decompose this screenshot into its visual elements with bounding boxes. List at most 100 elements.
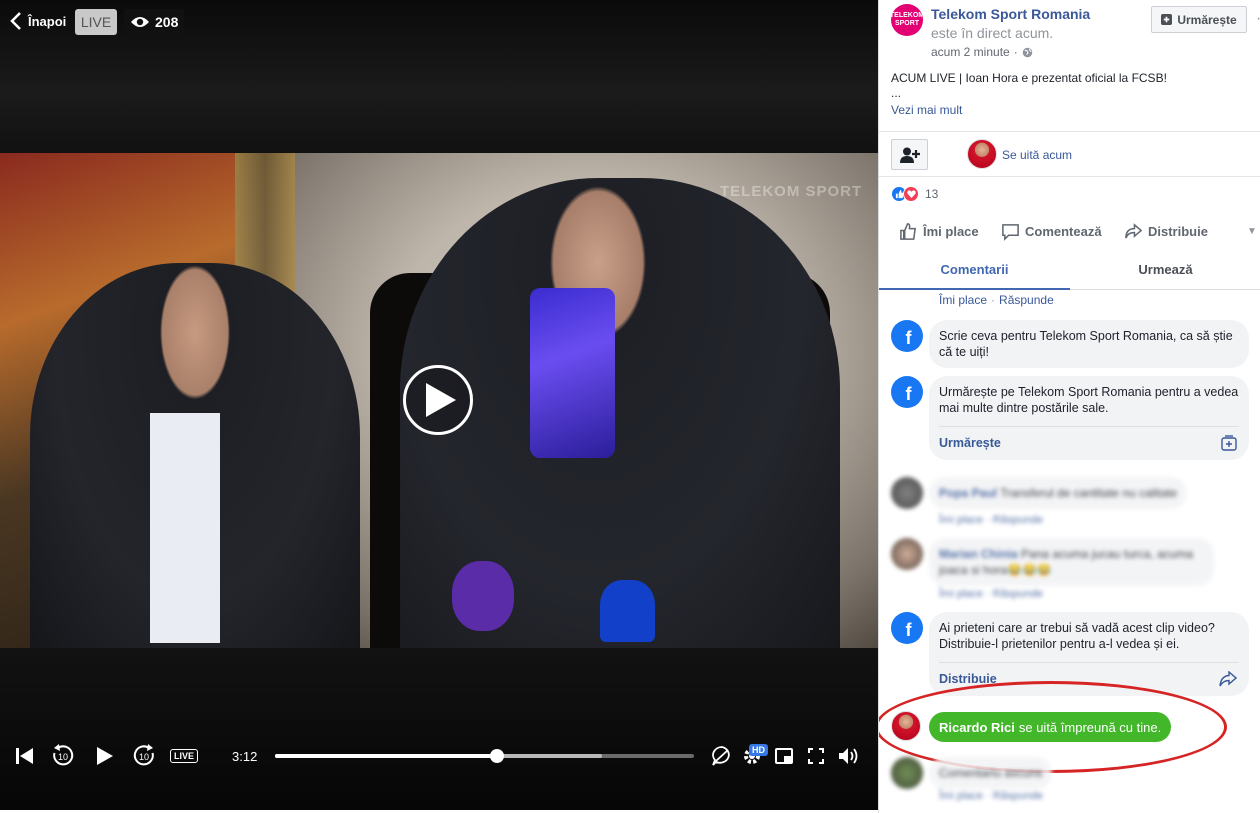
write-prompt-bubble: Scrie ceva pentru Telekom Sport Romania,…	[929, 320, 1249, 368]
comment-item: Comentariu ascuns Îmi place · Răspunde	[891, 757, 1251, 807]
live-badge: LIVE	[75, 9, 117, 35]
plus-box-icon	[1161, 14, 1173, 25]
comment-like-link[interactable]: Îmi place	[939, 293, 987, 307]
skip-back-icon	[16, 748, 33, 764]
no-comment-icon	[712, 746, 730, 766]
comment-button[interactable]: Comentează	[1001, 222, 1102, 241]
comment-item: Popa Paul Transferul de cantitate nu cal…	[891, 477, 1251, 529]
follow-page-button[interactable]: Urmărește	[1151, 6, 1247, 33]
watch-party-text: se uită împreună cu tine.	[1018, 719, 1162, 735]
share-label: Distribuie	[1148, 224, 1208, 239]
like-label: Îmi place	[923, 224, 979, 239]
post-timestamp-text: acum 2 minute	[931, 45, 1010, 59]
follow-prompt-link[interactable]: Urmărește	[939, 436, 1001, 450]
watcher-avatar[interactable]	[967, 139, 997, 169]
tab-follow[interactable]: Urmează	[1070, 250, 1260, 290]
share-prompt-action[interactable]: Distribuie	[939, 662, 1239, 688]
comment-icon	[1002, 224, 1019, 241]
comment-reply-link[interactable]: Răspunde	[999, 293, 1054, 307]
watching-now-link[interactable]: Se uită acum	[1002, 148, 1072, 162]
comment-item: Marian Chinia Pana acuma jucau turca, ac…	[891, 538, 1251, 604]
write-prompt-text: Scrie ceva pentru Telekom Sport Romania,…	[939, 329, 1233, 359]
plus-box-icon	[1221, 435, 1237, 451]
comment-label: Comentează	[1025, 224, 1102, 239]
live-status-text: este în direct acum.	[931, 25, 1054, 41]
video-scene-shirt-right	[530, 288, 615, 458]
video-scene-microphone	[600, 580, 655, 642]
post-text: ACUM LIVE | Ioan Hora e prezentat oficia…	[891, 71, 1167, 85]
invite-friends-button[interactable]	[891, 139, 928, 170]
miniplayer-icon	[775, 748, 793, 764]
comment-meta: Îmi place · Răspunde	[939, 293, 1054, 307]
divider	[879, 131, 1260, 132]
watch-party-avatar[interactable]	[891, 711, 921, 741]
facebook-icon: f	[891, 376, 923, 408]
hd-badge: HD	[749, 744, 768, 756]
separator-dot: ·	[1013, 45, 1018, 59]
current-time: 3:12	[232, 749, 258, 764]
follow-prompt-action[interactable]: Urmărește	[939, 426, 1239, 452]
share-options-caret[interactable]: ▼	[1247, 226, 1257, 237]
post-timestamp[interactable]: acum 2 minute ·	[931, 45, 1033, 59]
progress-played	[275, 754, 498, 758]
add-friend-icon	[899, 147, 920, 163]
miniplayer-button[interactable]	[773, 743, 795, 769]
volume-icon	[839, 748, 858, 764]
post-tabs: Comentarii Urmează	[879, 250, 1260, 290]
play-button-large[interactable]	[403, 365, 473, 435]
page: TELEKOM SPORT Înapoi LIVE 208 10 10 LIVE…	[0, 0, 1260, 813]
love-reaction-icon	[903, 186, 919, 202]
page-avatar[interactable]: TELEKOM SPORT	[890, 4, 924, 36]
skip-back-button[interactable]	[14, 743, 36, 769]
chevron-left-icon	[10, 12, 21, 30]
facebook-icon: f	[891, 320, 923, 352]
live-indicator-label: LIVE	[170, 749, 199, 763]
play-icon	[426, 383, 456, 417]
page-avatar-line2: SPORT	[894, 20, 920, 27]
more-options-button[interactable]: ···	[1256, 10, 1260, 28]
follow-page-label: Urmărește	[1177, 12, 1237, 27]
fullscreen-icon	[808, 748, 824, 764]
comment-text: Transferul de cantitate nu calitate	[1000, 486, 1178, 500]
commenter-name: Marian Chinia	[939, 547, 1018, 561]
comment-bubble: Popa Paul Transferul de cantitate nu cal…	[929, 477, 1188, 509]
tab-comments[interactable]: Comentarii	[879, 250, 1070, 290]
follow-prompt-bubble: Urmărește pe Telekom Sport Romania pentr…	[929, 376, 1249, 460]
forward-10-button[interactable]: 10	[131, 743, 157, 769]
video-player[interactable]: TELEKOM SPORT Înapoi LIVE 208 10 10 LIVE…	[0, 0, 878, 810]
reactions-summary[interactable]: 13	[891, 186, 938, 202]
forward-seconds: 10	[139, 752, 149, 762]
back-button[interactable]: Înapoi	[10, 11, 66, 31]
video-scene-shirt-left	[150, 413, 220, 643]
comments-toggle-button[interactable]	[710, 743, 734, 769]
commenter-avatar	[891, 538, 923, 570]
play-button[interactable]	[94, 743, 116, 769]
commenter-avatar	[891, 477, 923, 509]
separator-dot: ·	[991, 293, 996, 307]
video-controls: 10 10 LIVE 3:12 HD	[0, 737, 878, 775]
fullscreen-button[interactable]	[805, 743, 827, 769]
video-watermark: TELEKOM SPORT	[720, 183, 863, 200]
progress-bar[interactable]	[275, 749, 694, 763]
rewind-seconds: 10	[58, 752, 68, 762]
forward-10-icon: 10	[133, 744, 154, 766]
watch-party-name: Ricardo Rici	[939, 719, 1015, 735]
back-label: Înapoi	[28, 13, 67, 29]
commenter-name: Popa Paul	[939, 486, 998, 500]
commenter-avatar	[891, 757, 923, 789]
see-more-link[interactable]: Vezi mai mult	[891, 103, 962, 117]
rewind-10-button[interactable]: 10	[50, 743, 76, 769]
reaction-count: 13	[925, 187, 939, 201]
progress-handle[interactable]	[490, 749, 505, 763]
comment-meta: Îmi place · Răspunde	[939, 514, 1043, 526]
like-button[interactable]: Îmi place	[899, 222, 979, 241]
video-topbar: Înapoi LIVE 208	[0, 0, 878, 44]
page-name-link[interactable]: Telekom Sport Romania	[931, 6, 1090, 22]
video-letterbox-bottom	[0, 648, 878, 810]
share-arrow-icon	[1219, 671, 1237, 687]
share-prompt-link[interactable]: Distribuie	[939, 672, 997, 686]
live-indicator[interactable]: LIVE	[170, 743, 199, 769]
volume-button[interactable]	[837, 743, 861, 769]
share-button[interactable]: Distribuie	[1124, 222, 1208, 241]
watch-party-notice[interactable]: Ricardo Rici se uită împreună cu tine.	[929, 712, 1172, 742]
